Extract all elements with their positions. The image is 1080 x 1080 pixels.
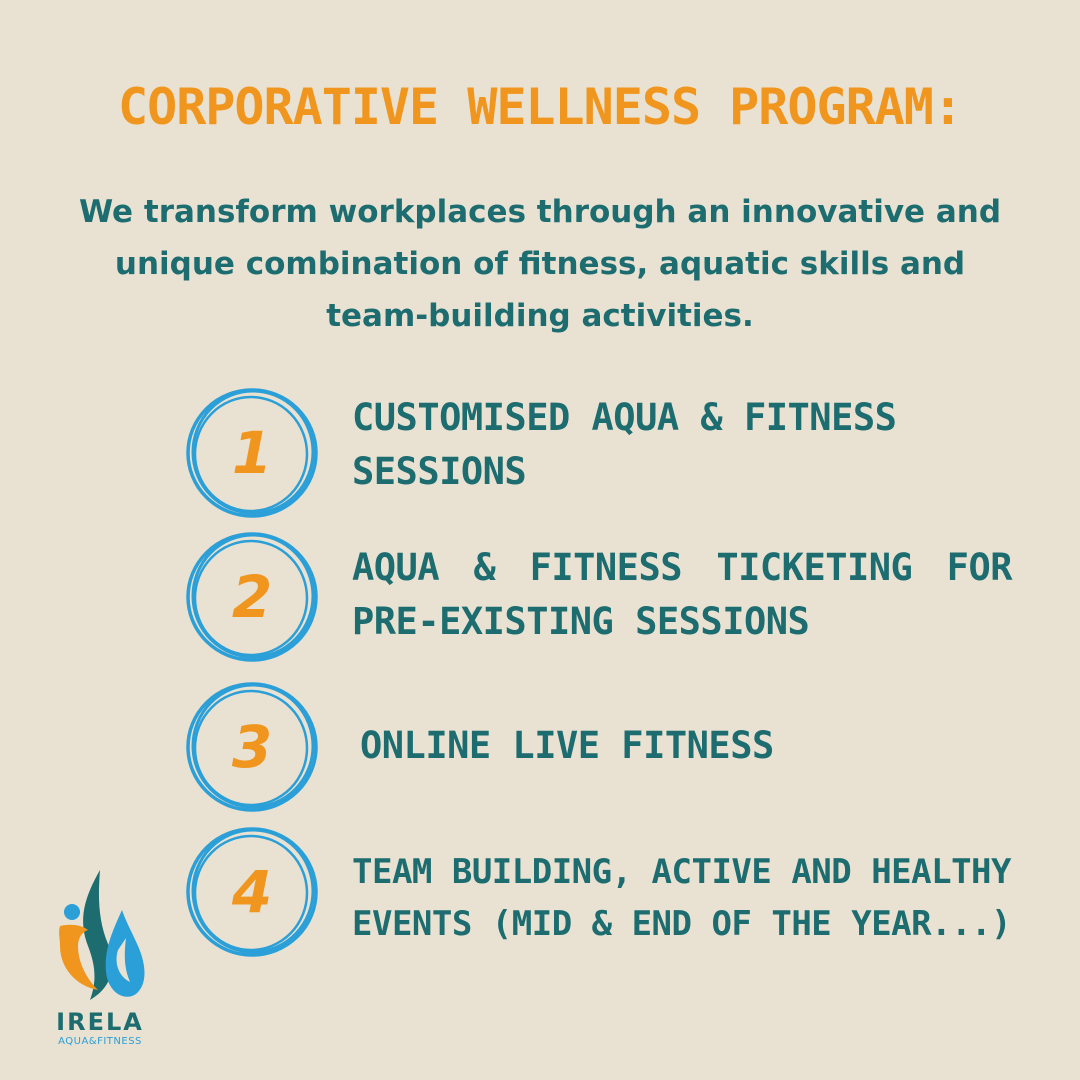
list-item-2: 2 Aqua & Fitness Ticketing for pre-exist… (0, 527, 1080, 687)
item-number: 1 (231, 419, 273, 487)
circle-badge-4: 4 (182, 822, 322, 962)
page-title: Corporative Wellness Program: (118, 78, 963, 136)
logo-tagline: AQUA&FITNESS (58, 1036, 142, 1047)
circle-badge-3: 3 (182, 677, 322, 817)
list-item-1: 1 Customised Aqua & Fitness Sessions (0, 383, 1080, 543)
item-number: 4 (231, 858, 273, 926)
list-item-4: 4 Team building, active and healthy even… (0, 822, 1080, 982)
circle-badge-2: 2 (182, 527, 322, 667)
item-label: Team building, active and healthy events… (352, 852, 1012, 944)
item-label: Customised Aqua & Fitness Sessions (352, 396, 897, 493)
intro-text: We transform workplaces through an innov… (78, 194, 1002, 334)
brand-logo: IRELA AQUA&FITNESS (48, 868, 158, 1058)
item-number: 3 (231, 713, 273, 781)
water-drop-figure-icon (59, 870, 145, 1000)
circle-badge-1: 1 (182, 383, 322, 523)
logo-name: IRELA (56, 1008, 144, 1036)
item-label: Online Live Fitness (360, 724, 774, 767)
list-item-3: 3 Online Live Fitness (0, 677, 1080, 837)
item-number: 2 (231, 563, 273, 631)
item-label: Aqua & Fitness Ticketing for pre-existin… (352, 546, 1013, 643)
